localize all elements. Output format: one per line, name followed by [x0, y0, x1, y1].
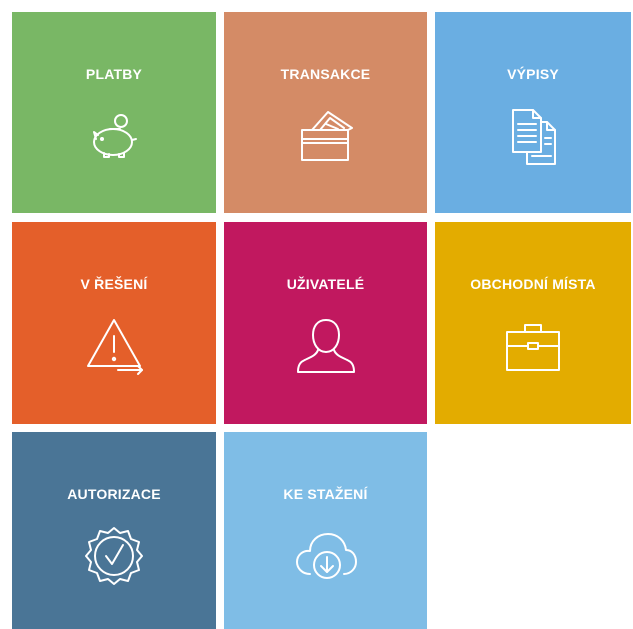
tile-label-transakce: TRANSAKCE [280, 66, 371, 82]
tile-label-vypisy: VÝPISY [507, 66, 559, 82]
credit-card-icon [294, 104, 358, 168]
tile-autorizace[interactable]: AUTORIZACE [12, 432, 216, 629]
cloud-download-icon [294, 524, 358, 588]
tile-transakce[interactable]: TRANSAKCE [224, 12, 427, 213]
tile-obchodni-mista[interactable]: OBCHODNÍ MÍSTA [435, 222, 631, 424]
tile-label-platby: PLATBY [85, 66, 143, 82]
documents-icon [501, 104, 565, 168]
tile-label-uzivatele: UŽIVATELÉ [286, 276, 365, 292]
tile-vypisy[interactable]: VÝPISY [435, 12, 631, 213]
tile-ke-stazeni[interactable]: KE STAŽENÍ [224, 432, 427, 629]
tile-label-ke-stazeni: KE STAŽENÍ [283, 486, 368, 502]
tile-label-obchodni-mista: OBCHODNÍ MÍSTA [470, 276, 596, 292]
tile-label-autorizace: AUTORIZACE [67, 486, 161, 502]
tile-v-reseni[interactable]: V ŘEŠENÍ [12, 222, 216, 424]
tile-label-v-reseni: V ŘEŠENÍ [80, 276, 148, 292]
user-icon [294, 314, 358, 378]
warning-icon [82, 314, 146, 378]
certificate-check-icon [82, 524, 146, 588]
piggy-bank-icon [82, 104, 146, 168]
briefcase-icon [501, 314, 565, 378]
tile-uzivatele[interactable]: UŽIVATELÉ [224, 222, 427, 424]
tile-platby[interactable]: PLATBY [12, 12, 216, 213]
